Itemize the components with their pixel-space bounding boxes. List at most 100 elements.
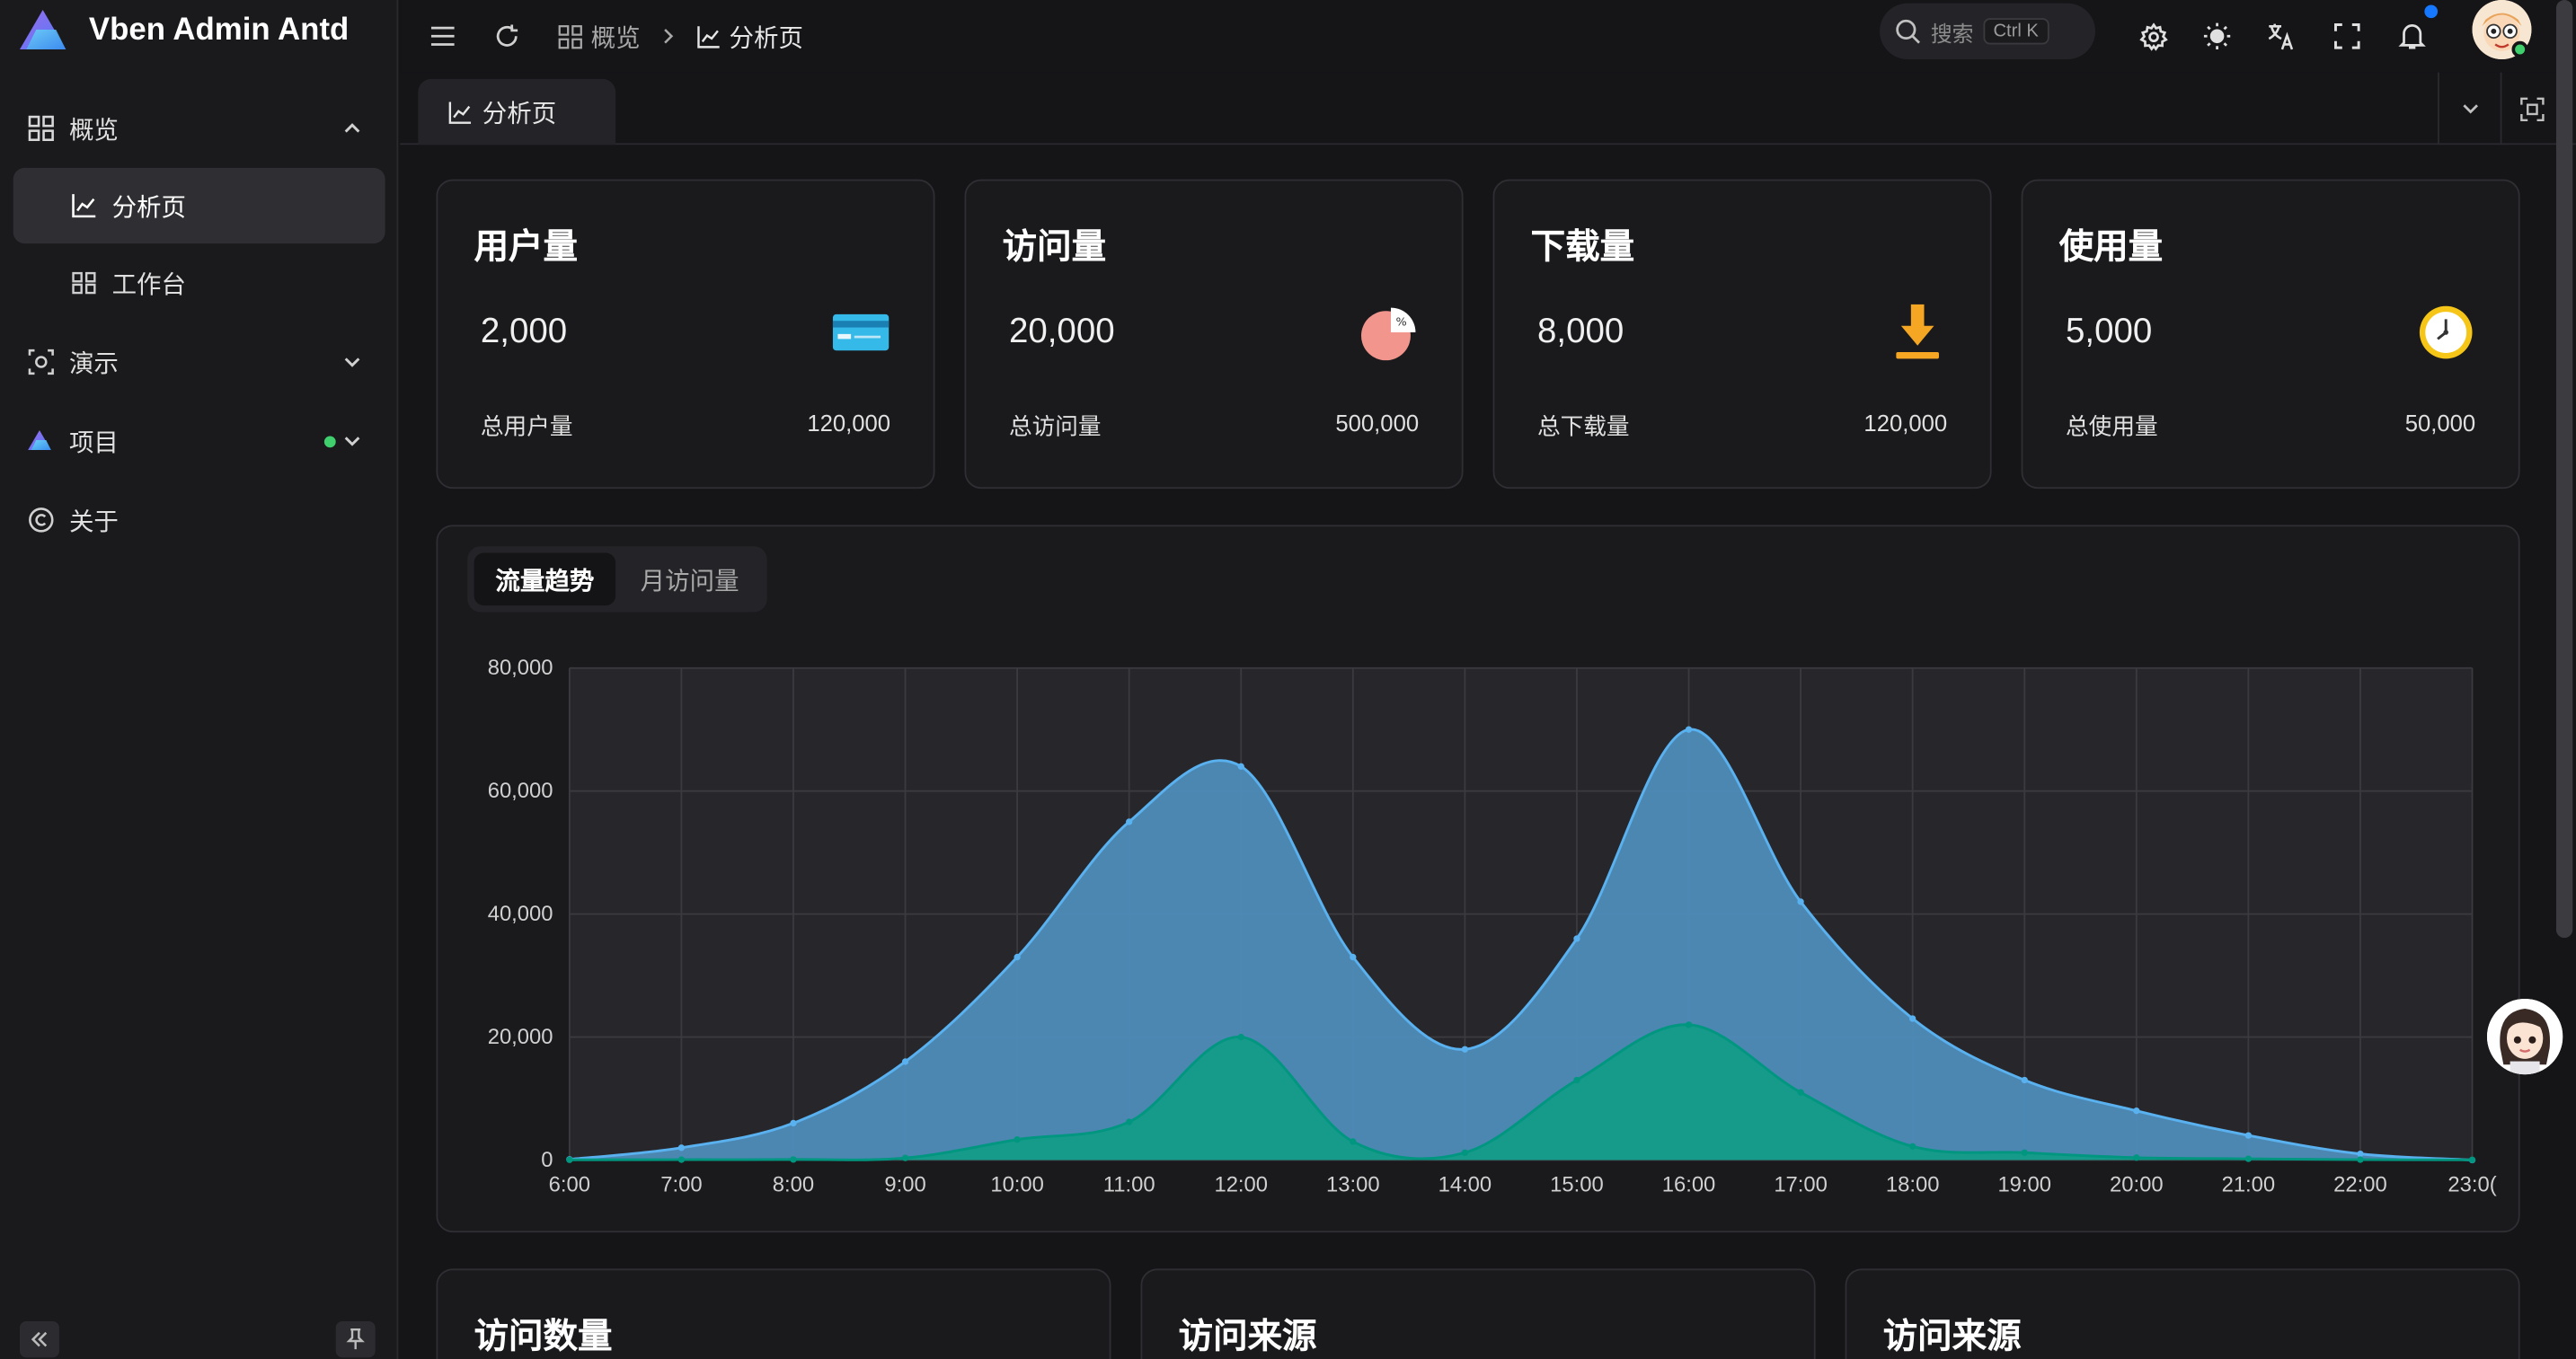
chevron-down-icon <box>342 349 362 378</box>
tab-label: 分析页 <box>482 97 557 128</box>
stat-value: 5,000 <box>2066 313 2153 351</box>
card-title: 访问来源 <box>1882 1316 2022 1356</box>
grid-icon <box>26 113 56 143</box>
pin-sidebar-button[interactable] <box>335 1321 376 1358</box>
data-point <box>1461 1046 1469 1053</box>
stat-total-value: 120,000 <box>807 410 891 437</box>
stat-card-usage: 使用量 5,000 总使用量 50,000 <box>2021 179 2520 490</box>
menu-toggle-button[interactable] <box>420 13 465 59</box>
page-scrollbar[interactable] <box>2555 0 2573 939</box>
gear-icon <box>2138 22 2167 50</box>
notification-button[interactable] <box>2388 13 2434 59</box>
sidebar-item-label: 概览 <box>68 114 119 145</box>
stat-card-users: 用户量 2,000 总用户量 120,000 <box>436 179 935 490</box>
stat-title: 下载量 <box>1530 226 1635 267</box>
data-point <box>1461 1149 1469 1156</box>
x-tick-label: 8:00 <box>773 1172 814 1196</box>
sidebar-item-project[interactable]: 项目 <box>0 402 398 481</box>
x-tick-label: 20:00 <box>2110 1172 2164 1196</box>
sidebar-item-label: 关于 <box>68 506 119 536</box>
search-placeholder: 搜索 <box>1930 22 1974 48</box>
tab-bar: 分析页 <box>400 72 2576 146</box>
stat-total-value: 50,000 <box>2404 410 2476 437</box>
data-point <box>1350 953 1357 961</box>
fullscreen-button[interactable] <box>2324 13 2370 59</box>
breadcrumb-item[interactable]: 概览 <box>558 19 641 53</box>
sidebar-item-about[interactable]: 关于 <box>0 481 398 560</box>
stat-title: 使用量 <box>2058 226 2164 267</box>
x-tick-label: 21:00 <box>2222 1172 2276 1196</box>
x-tick-label: 13:00 <box>1326 1172 1380 1196</box>
sidebar-item-demos[interactable]: 演示 <box>0 322 398 402</box>
stat-title: 访问量 <box>1002 226 1107 267</box>
search-icon <box>1896 19 1920 44</box>
y-tick-label: 80,000 <box>488 656 553 680</box>
tab-maximize-button[interactable] <box>2500 72 2563 146</box>
bell-icon <box>2397 24 2425 49</box>
download-icon <box>1896 304 1939 359</box>
data-point <box>1126 818 1133 825</box>
stat-total-value: 500,000 <box>1335 410 1420 437</box>
clock-icon <box>2419 305 2473 359</box>
x-tick-label: 16:00 <box>1662 1172 1716 1196</box>
x-tick-label: 18:00 <box>1886 1172 1940 1196</box>
collapse-sidebar-button[interactable] <box>19 1321 59 1358</box>
settings-button[interactable] <box>2129 13 2175 59</box>
data-point <box>2133 1107 2140 1115</box>
search-input[interactable]: 搜索 Ctrl K <box>1880 3 2096 59</box>
data-point <box>2133 1154 2140 1161</box>
x-tick-label: 6:00 <box>549 1172 590 1196</box>
app-logo[interactable]: Vben Admin Antd <box>16 4 349 59</box>
app-root: Vben Admin Antd 概览 分析页 工作台 演示 项目 关于 概览 分… <box>0 0 2576 1359</box>
stat-card-downloads: 下载量 8,000 总下载量 120,000 <box>1492 179 1992 490</box>
sidebar-item-overview[interactable]: 概览 <box>0 89 398 168</box>
app-title: Vben Admin Antd <box>88 13 350 49</box>
refresh-button[interactable] <box>484 13 530 59</box>
data-point <box>901 1154 909 1161</box>
language-button[interactable] <box>2258 13 2304 59</box>
data-point <box>1909 1143 1917 1150</box>
sidebar: Vben Admin Antd 概览 分析页 工作台 演示 项目 关于 <box>0 0 399 1359</box>
x-tick-label: 11:00 <box>1103 1172 1155 1196</box>
data-point <box>901 1058 909 1065</box>
x-tick-label: 15:00 <box>1550 1172 1604 1196</box>
area-chart-icon <box>69 191 99 221</box>
tab-dropdown-button[interactable] <box>2438 72 2501 146</box>
assistant-button[interactable] <box>2487 998 2563 1075</box>
grid-icon <box>558 24 582 49</box>
breadcrumb-item[interactable]: 分析页 <box>696 19 803 53</box>
y-tick-label: 20,000 <box>488 1025 553 1049</box>
sidebar-item-workspace[interactable]: 工作台 <box>0 243 398 322</box>
y-tick-label: 40,000 <box>488 902 553 926</box>
data-point <box>2468 1156 2476 1163</box>
stat-total-value: 120,000 <box>1863 410 1948 437</box>
tab-analytics[interactable]: 分析页 <box>418 78 616 146</box>
theme-toggle-button[interactable] <box>2194 13 2240 59</box>
visits-count-card: 访问数量 <box>436 1268 1111 1359</box>
sidebar-item-analytics[interactable]: 分析页 <box>13 167 385 244</box>
x-tick-label: 22:00 <box>2333 1172 2387 1196</box>
traffic-area-chart: 0 20,000 40,000 60,000 80,000 6:00 7:00 8:00 9:0… <box>488 656 2497 1196</box>
breadcrumb: 概览 分析页 <box>558 14 803 57</box>
data-point <box>790 1156 797 1163</box>
vben-logo-icon <box>26 426 56 455</box>
vben-logo-icon <box>19 9 66 49</box>
sidebar-item-label: 工作台 <box>111 269 187 299</box>
x-tick-label: 7:00 <box>660 1172 702 1196</box>
x-tick-label: 17:00 <box>1774 1172 1828 1196</box>
chevron-right-icon <box>664 29 674 44</box>
online-status-dot <box>2511 40 2528 58</box>
data-point <box>1126 1118 1133 1125</box>
data-point <box>2244 1155 2253 1162</box>
data-point <box>1797 898 1804 905</box>
data-point <box>790 1119 797 1127</box>
status-dot <box>323 436 336 448</box>
pie-chart-icon: % <box>1360 307 1416 361</box>
visit-source-card-2: 访问来源 <box>1845 1268 2520 1359</box>
pin-icon <box>346 1328 365 1350</box>
x-tick-label: 9:00 <box>884 1172 925 1196</box>
stat-total-label: 总访问量 <box>1008 414 1102 441</box>
chevron-up-icon <box>342 115 362 145</box>
stat-total-label: 总使用量 <box>2066 414 2158 441</box>
chevron-down-icon <box>2462 104 2478 114</box>
